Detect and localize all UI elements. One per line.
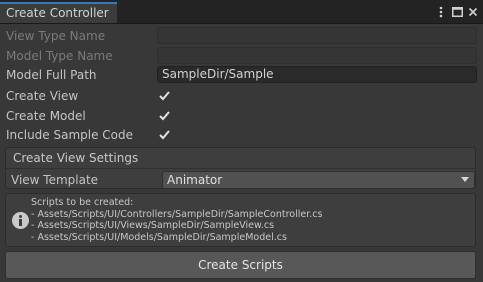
- view-template-value: Animator: [167, 173, 223, 187]
- view-type-name-label: View Type Name: [6, 29, 106, 43]
- view-type-name-field[interactable]: [157, 27, 477, 44]
- create-model-row: Create Model: [6, 107, 477, 125]
- model-full-path-row: Model Full Path SampleDir/Sample: [6, 66, 477, 84]
- info-icon: [12, 212, 29, 229]
- model-type-name-row: Model Type Name: [6, 47, 477, 65]
- view-type-name-row: View Type Name: [6, 27, 477, 45]
- include-sample-code-row: Include Sample Code: [6, 126, 477, 144]
- tab-bar: Create Controller: [0, 0, 483, 24]
- checkmark-icon: [159, 91, 170, 101]
- tab-title: Create Controller: [6, 6, 109, 20]
- create-model-label: Create Model: [6, 109, 86, 123]
- include-sample-code-checkbox[interactable]: [158, 128, 171, 141]
- close-icon[interactable]: [467, 5, 479, 19]
- include-sample-code-label: Include Sample Code: [6, 128, 134, 142]
- model-full-path-label: Model Full Path: [6, 68, 97, 82]
- help-line: Scripts to be created:: [31, 197, 134, 208]
- create-scripts-button[interactable]: Create Scripts: [5, 251, 476, 279]
- help-line: - Assets/Scripts/UI/Models/SampleDir/Sam…: [31, 231, 287, 243]
- scripts-help-box: Scripts to be created: - Assets/Scripts/…: [5, 193, 476, 247]
- create-model-checkbox[interactable]: [158, 109, 171, 122]
- create-view-checkbox[interactable]: [158, 89, 171, 102]
- create-view-settings-group: Create View Settings View Template Anima…: [5, 147, 476, 189]
- help-line: - Assets/Scripts/UI/Views/SampleDir/Samp…: [31, 220, 275, 231]
- view-template-dropdown[interactable]: Animator: [162, 171, 475, 189]
- view-template-label: View Template: [11, 173, 99, 187]
- tab-create-controller[interactable]: Create Controller: [0, 2, 117, 23]
- window-actions: [435, 3, 479, 20]
- model-type-name-field[interactable]: [157, 47, 477, 64]
- checkmark-icon: [159, 130, 170, 140]
- create-view-settings-title[interactable]: Create View Settings: [13, 150, 138, 166]
- dropdown-arrow-icon: [461, 177, 469, 182]
- model-type-name-label: Model Type Name: [6, 49, 113, 63]
- group-divider: [6, 168, 475, 169]
- checkmark-icon: [159, 111, 170, 121]
- create-view-row: Create View: [6, 87, 477, 105]
- more-vertical-icon[interactable]: [435, 5, 447, 19]
- create-controller-window: Create Controller View Type Name Model T…: [0, 0, 483, 282]
- help-line: - Assets/Scripts/UI/Controllers/SampleDi…: [31, 208, 323, 220]
- create-view-label: Create View: [6, 89, 79, 103]
- maximize-icon[interactable]: [451, 5, 463, 19]
- help-text: Scripts to be created: - Assets/Scripts/…: [31, 197, 322, 243]
- model-full-path-field[interactable]: SampleDir/Sample: [157, 66, 477, 83]
